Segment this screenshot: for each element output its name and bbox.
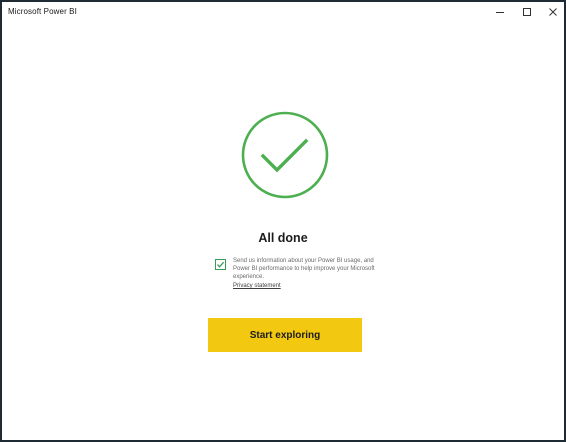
window-title: Microsoft Power BI xyxy=(8,7,77,16)
consent-text: Send us information about your Power BI … xyxy=(233,258,375,280)
title-bar[interactable]: Microsoft Power BI xyxy=(2,2,564,24)
maximize-button[interactable] xyxy=(513,2,541,22)
checkmark-icon xyxy=(217,261,225,268)
usage-data-checkbox[interactable] xyxy=(215,259,226,270)
consent-description: Send us information about your Power BI … xyxy=(233,257,378,290)
app-window: Microsoft Power BI All done Send us info… xyxy=(0,0,566,442)
start-exploring-button[interactable]: Start exploring xyxy=(208,318,362,352)
privacy-statement-link[interactable]: Privacy statement xyxy=(233,282,378,290)
minimize-button[interactable] xyxy=(486,2,514,22)
page-title: All done xyxy=(258,231,308,245)
maximize-icon xyxy=(523,8,531,16)
minimize-icon xyxy=(496,12,504,13)
close-button[interactable] xyxy=(539,2,566,22)
close-icon xyxy=(549,8,557,16)
check-circle-icon xyxy=(241,111,329,199)
